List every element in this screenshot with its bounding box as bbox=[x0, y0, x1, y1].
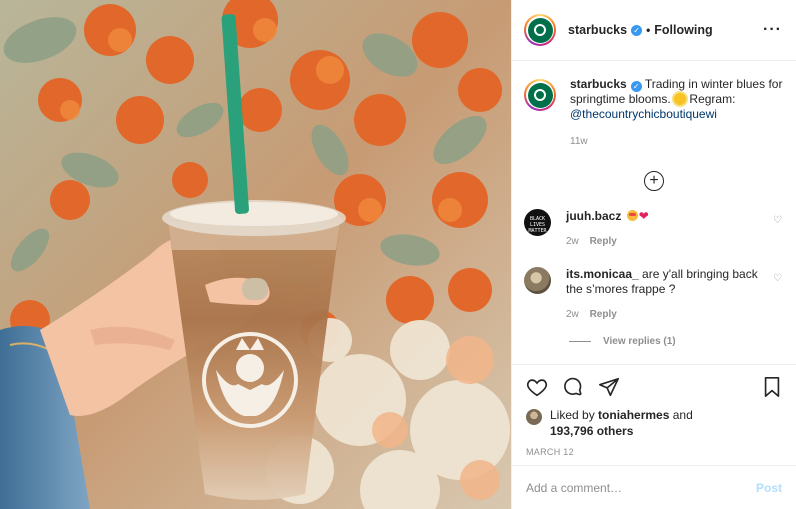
view-replies-label: View replies (1) bbox=[603, 336, 676, 347]
comment-time-ago[interactable]: 2w bbox=[566, 236, 579, 247]
post-caption: starbucks ✓ Trading in winter blues for s… bbox=[524, 77, 784, 149]
owner-avatar[interactable] bbox=[524, 14, 556, 46]
view-replies-button[interactable]: View replies (1) bbox=[569, 336, 784, 347]
replies-divider-line bbox=[569, 341, 591, 342]
likes-summary: Liked by toniahermes and 193,796 others bbox=[526, 407, 782, 439]
likes-text: Liked by toniahermes and 193,796 others bbox=[550, 407, 693, 439]
comment-item: BLACK LIVES MATTER juuh.bacz ❤ 2w Reply … bbox=[524, 209, 784, 249]
caption-time-ago[interactable]: 11w bbox=[570, 134, 784, 149]
regram-label: Regram: bbox=[689, 92, 736, 106]
comment-username[interactable]: its.monicaa_ bbox=[566, 267, 639, 281]
paper-plane-icon[interactable] bbox=[598, 376, 620, 398]
load-more-comments: + bbox=[524, 171, 784, 191]
reply-button[interactable]: Reply bbox=[590, 309, 617, 320]
action-icons bbox=[526, 375, 782, 399]
separator-dot: • bbox=[646, 23, 651, 37]
plus-circle-icon[interactable]: + bbox=[644, 171, 664, 191]
starbucks-logo-icon bbox=[527, 17, 553, 43]
heart-icon[interactable] bbox=[526, 376, 548, 398]
comment-meta: 2w Reply bbox=[566, 234, 766, 249]
comment-username[interactable]: juuh.bacz bbox=[566, 209, 621, 223]
commenter-avatar[interactable] bbox=[524, 267, 551, 294]
liker-avatar[interactable] bbox=[526, 409, 542, 425]
red-heart-emoji-icon: ❤ bbox=[638, 209, 649, 223]
owner-username[interactable]: starbucks bbox=[568, 23, 627, 37]
comment-like-heart-icon[interactable]: ♡ bbox=[773, 215, 782, 226]
caption-mention-link[interactable]: @thecountrychicboutiquewi bbox=[570, 107, 717, 121]
commenter-avatar[interactable]: BLACK LIVES MATTER bbox=[524, 209, 551, 236]
starbucks-logo-icon bbox=[527, 82, 553, 108]
post-header: starbucks ✓ • Following ··· bbox=[512, 0, 796, 61]
following-button[interactable]: Following bbox=[654, 23, 712, 37]
comment-item: its.monicaa_ are y'all bringing back the… bbox=[524, 267, 784, 322]
comment-meta: 2w Reply bbox=[566, 307, 766, 322]
comment-bubble-icon[interactable] bbox=[562, 376, 584, 398]
comment-time-ago[interactable]: 2w bbox=[566, 309, 579, 320]
post-actions: Liked by toniahermes and 193,796 others … bbox=[512, 364, 796, 465]
comments-section: starbucks ✓ Trading in winter blues for s… bbox=[512, 61, 796, 364]
comment-body: its.monicaa_ are y'all bringing back the… bbox=[566, 267, 766, 322]
verified-badge-icon: ✓ bbox=[631, 24, 643, 36]
add-comment-bar: Post bbox=[512, 465, 796, 509]
verified-badge-icon: ✓ bbox=[630, 81, 642, 92]
caption-avatar[interactable] bbox=[524, 79, 556, 111]
post-image bbox=[0, 0, 511, 509]
likes-connector: and bbox=[672, 408, 693, 422]
comment-body: juuh.bacz ❤ 2w Reply bbox=[566, 209, 766, 249]
sunflower-emoji-icon bbox=[674, 93, 687, 105]
post-photo bbox=[0, 0, 511, 509]
comment-like-heart-icon[interactable]: ♡ bbox=[773, 273, 782, 284]
reply-button[interactable]: Reply bbox=[590, 236, 617, 247]
comment-input[interactable] bbox=[526, 480, 756, 495]
post-comment-button[interactable]: Post bbox=[756, 481, 782, 495]
caption-body: starbucks ✓ Trading in winter blues for s… bbox=[570, 77, 784, 149]
liker-username[interactable]: toniahermes bbox=[598, 408, 669, 422]
post-date[interactable]: MARCH 12 bbox=[526, 447, 782, 457]
heart-eyes-emoji-icon bbox=[626, 210, 638, 221]
likes-count-button[interactable]: 193,796 others bbox=[550, 424, 633, 438]
caption-username[interactable]: starbucks bbox=[570, 77, 627, 91]
likes-prefix: Liked by bbox=[550, 408, 595, 422]
post-sidebar: starbucks ✓ • Following ··· starbucks ✓ T… bbox=[511, 0, 796, 509]
bookmark-icon[interactable] bbox=[762, 376, 782, 398]
more-options-icon[interactable]: ··· bbox=[763, 21, 782, 39]
